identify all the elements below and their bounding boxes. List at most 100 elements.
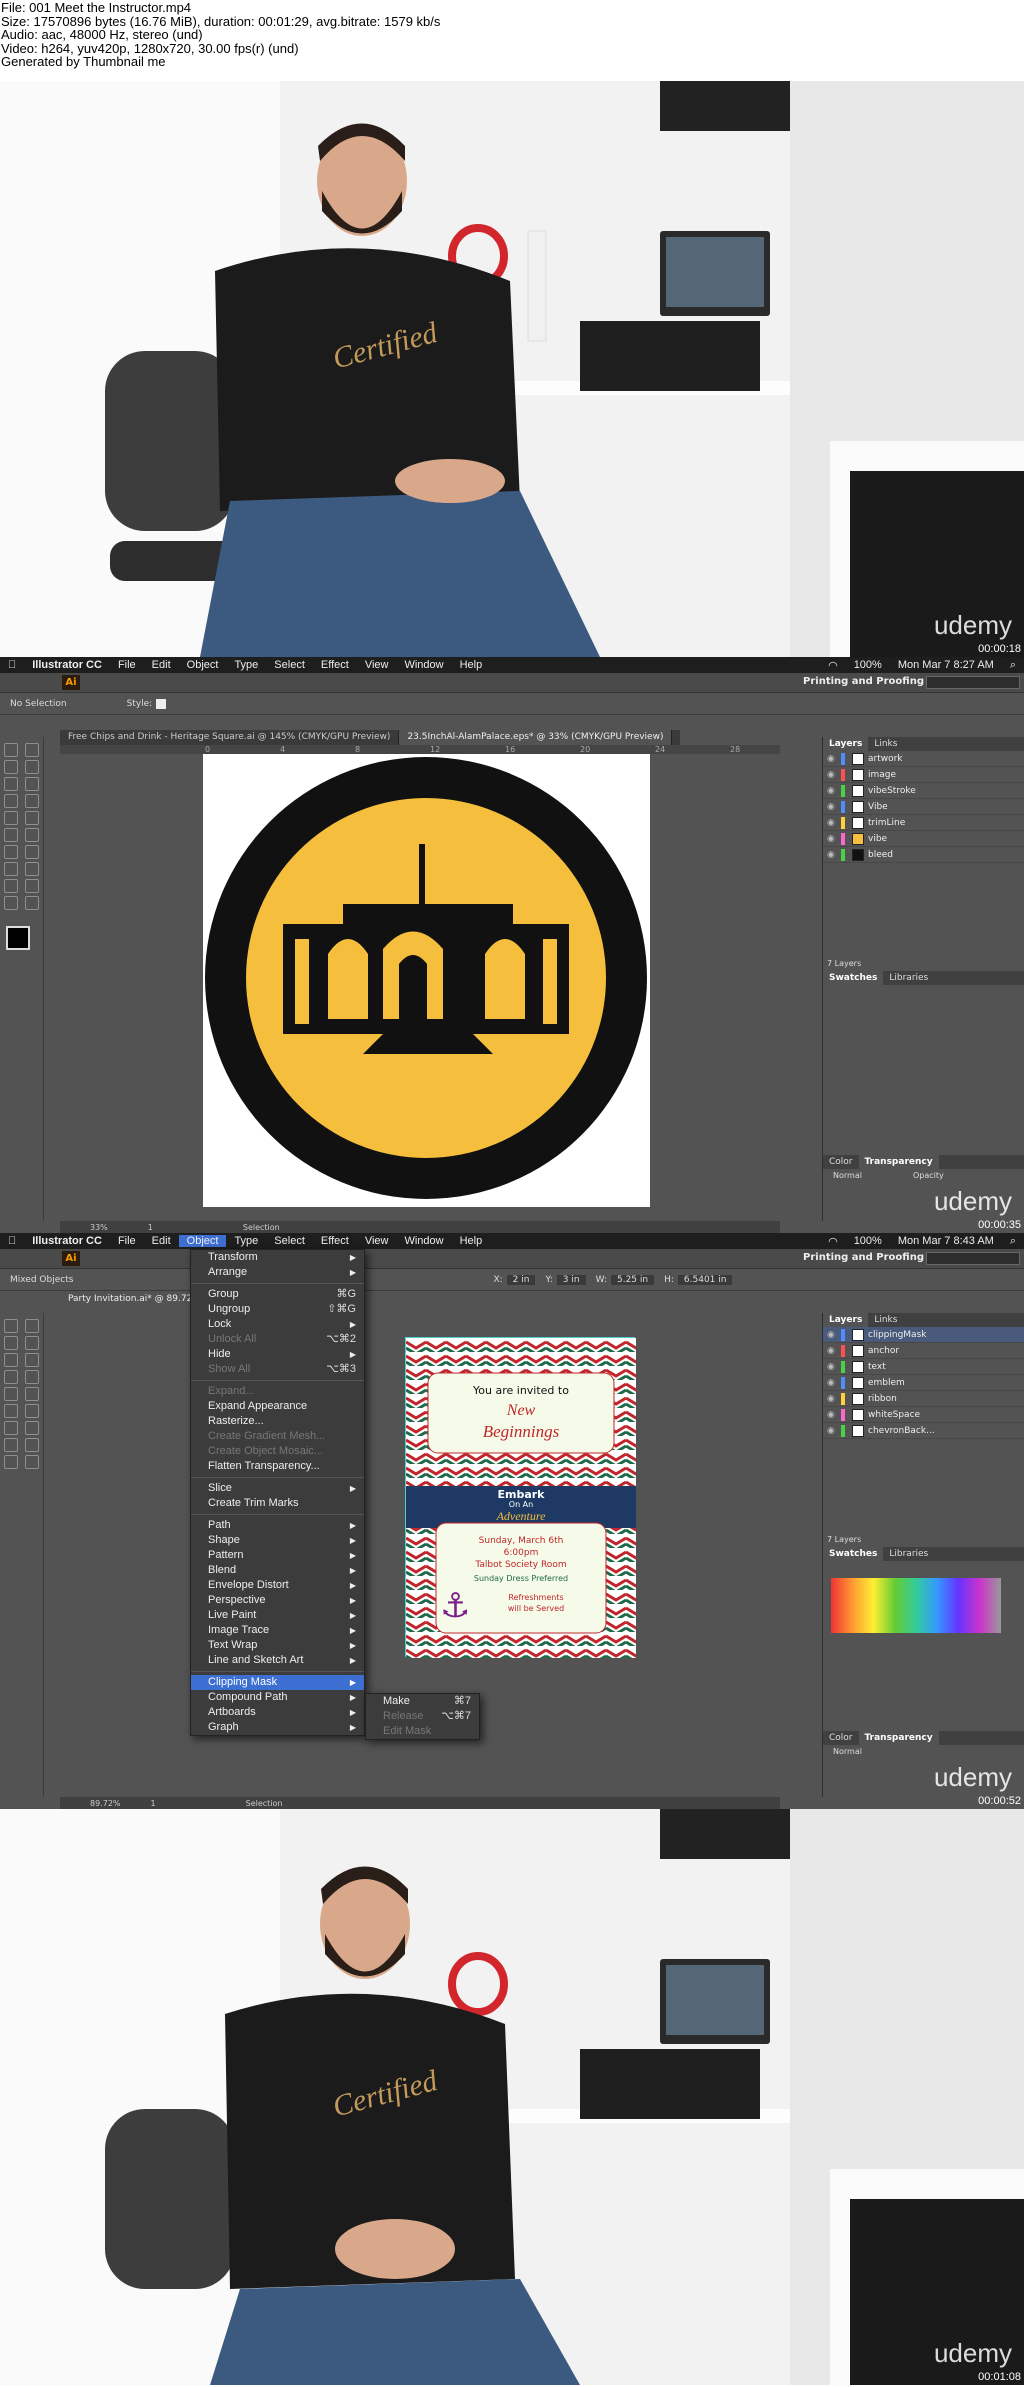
apple-icon[interactable]: : [0, 1235, 24, 1247]
menu-item-flatten-transparency[interactable]: Flatten Transparency...: [191, 1459, 364, 1474]
tab-links[interactable]: Links: [868, 1313, 903, 1327]
menu-item-graph[interactable]: Graph ▶: [191, 1720, 364, 1735]
apple-icon[interactable]: : [0, 659, 24, 671]
menu-help[interactable]: Help: [452, 659, 491, 671]
app-menu[interactable]: Illustrator CC: [24, 1235, 110, 1247]
blend-mode-select[interactable]: Normal: [833, 1747, 862, 1756]
layer-row[interactable]: ◉ artwork: [823, 751, 1024, 767]
menu-item-artboards[interactable]: Artboards ▶: [191, 1705, 364, 1720]
eye-icon[interactable]: ◉: [827, 754, 837, 764]
menu-item-shape[interactable]: Shape ▶: [191, 1533, 364, 1548]
layer-row[interactable]: ◉ chevronBack...: [823, 1423, 1024, 1439]
workspace-switcher[interactable]: Printing and Proofing: [803, 676, 924, 687]
artboard-number[interactable]: 1: [148, 1223, 153, 1232]
x-field[interactable]: 2 in: [506, 1274, 536, 1285]
layer-row[interactable]: ◉ emblem: [823, 1375, 1024, 1391]
zoom-level[interactable]: 33%: [90, 1223, 108, 1232]
invitation-artboard[interactable]: You are invited to New Beginnings Embark…: [405, 1337, 636, 1658]
menu-object[interactable]: Object: [179, 659, 227, 671]
swatch-grid[interactable]: [831, 1578, 1001, 1633]
menu-type[interactable]: Type: [226, 1235, 266, 1247]
eye-icon[interactable]: ◉: [827, 1330, 837, 1340]
layer-row[interactable]: ◉ ribbon: [823, 1391, 1024, 1407]
layer-row-selected[interactable]: ◉ clippingMask: [823, 1327, 1024, 1343]
menu-effect[interactable]: Effect: [313, 659, 357, 671]
artboard[interactable]: [203, 754, 650, 1207]
eye-icon[interactable]: ◉: [827, 1346, 837, 1356]
spotlight-icon[interactable]: ⌕: [1002, 1235, 1024, 1248]
tab-transparency[interactable]: Transparency: [858, 1731, 939, 1745]
menu-edit[interactable]: Edit: [144, 1235, 179, 1247]
fill-color-swatch[interactable]: [6, 926, 30, 950]
doc-tab[interactable]: Free Chips and Drink - Heritage Square.a…: [60, 730, 400, 745]
layer-row[interactable]: ◉ anchor: [823, 1343, 1024, 1359]
menu-view[interactable]: View: [357, 1235, 397, 1247]
menu-item-ungroup[interactable]: Ungroup ⇧⌘G: [191, 1302, 364, 1317]
menu-file[interactable]: File: [110, 659, 144, 671]
eye-icon[interactable]: ◉: [827, 834, 837, 844]
y-field[interactable]: 3 in: [556, 1274, 586, 1285]
menu-item-expand-appearance[interactable]: Expand Appearance: [191, 1399, 364, 1414]
tab-libraries[interactable]: Libraries: [883, 1547, 934, 1561]
menu-select[interactable]: Select: [266, 1235, 313, 1247]
eye-icon[interactable]: ◉: [827, 1426, 837, 1436]
zoom-level[interactable]: 89.72%: [90, 1799, 121, 1808]
menu-item-arrange[interactable]: Arrange ▶: [191, 1265, 364, 1280]
menu-item-hide[interactable]: Hide ▶: [191, 1347, 364, 1362]
blend-mode-select[interactable]: Normal: [833, 1171, 862, 1180]
layer-row[interactable]: ◉ whiteSpace: [823, 1407, 1024, 1423]
tab-swatches[interactable]: Swatches: [823, 1547, 884, 1561]
tab-color[interactable]: Color: [823, 1155, 859, 1169]
tab-layers[interactable]: Layers: [823, 737, 869, 751]
menu-effect[interactable]: Effect: [313, 1235, 357, 1247]
layer-row[interactable]: ◉ text: [823, 1359, 1024, 1375]
eye-icon[interactable]: ◉: [827, 1410, 837, 1420]
layer-row[interactable]: ◉ bleed: [823, 847, 1024, 863]
tab-layers[interactable]: Layers: [823, 1313, 869, 1327]
menu-item-lock[interactable]: Lock ▶: [191, 1317, 364, 1332]
eye-icon[interactable]: ◉: [827, 1362, 837, 1372]
menu-item-blend[interactable]: Blend ▶: [191, 1563, 364, 1578]
menu-item-transform[interactable]: Transform ▶: [191, 1250, 364, 1265]
menu-file[interactable]: File: [110, 1235, 144, 1247]
menu-edit[interactable]: Edit: [144, 659, 179, 671]
tab-color[interactable]: Color: [823, 1731, 859, 1745]
spotlight-icon[interactable]: ⌕: [1002, 659, 1024, 672]
menu-item-live-paint[interactable]: Live Paint ▶: [191, 1608, 364, 1623]
app-menu[interactable]: Illustrator CC: [24, 659, 110, 671]
menu-item-image-trace[interactable]: Image Trace ▶: [191, 1623, 364, 1638]
height-field[interactable]: 6.5401 in: [677, 1274, 733, 1285]
layer-row[interactable]: ◉ trimLine: [823, 815, 1024, 831]
search-input[interactable]: [926, 1252, 1020, 1265]
layer-row[interactable]: ◉ vibeStroke: [823, 783, 1024, 799]
eye-icon[interactable]: ◉: [827, 1394, 837, 1404]
workspace-switcher[interactable]: Printing and Proofing: [803, 1252, 924, 1263]
eye-icon[interactable]: ◉: [827, 1378, 837, 1388]
menu-item-create-trim-marks[interactable]: Create Trim Marks: [191, 1496, 364, 1511]
menu-select[interactable]: Select: [266, 659, 313, 671]
menu-item-compound-path[interactable]: Compound Path ▶: [191, 1690, 364, 1705]
menu-window[interactable]: Window: [396, 659, 451, 671]
menu-item-line-and-sketch-art[interactable]: Line and Sketch Art ▶: [191, 1653, 364, 1668]
menu-item-perspective[interactable]: Perspective ▶: [191, 1593, 364, 1608]
doc-tab-active[interactable]: 23.5InchAl-AlamPalace.eps* @ 33% (CMYK/G…: [399, 730, 673, 745]
menu-help[interactable]: Help: [452, 1235, 491, 1247]
layer-row[interactable]: ◉ image: [823, 767, 1024, 783]
menu-item-clipping-mask[interactable]: Clipping Mask ▶: [191, 1675, 364, 1690]
menu-view[interactable]: View: [357, 659, 397, 671]
tool-grid[interactable]: [0, 737, 43, 916]
menu-item-envelope-distort[interactable]: Envelope Distort ▶: [191, 1578, 364, 1593]
eye-icon[interactable]: ◉: [827, 818, 837, 828]
width-field[interactable]: 5.25 in: [610, 1274, 655, 1285]
menu-item-pattern[interactable]: Pattern ▶: [191, 1548, 364, 1563]
eye-icon[interactable]: ◉: [827, 770, 837, 780]
style-swatch[interactable]: [156, 698, 167, 709]
tab-swatches[interactable]: Swatches: [823, 971, 884, 985]
submenu-item-make[interactable]: Make ⌘7: [366, 1694, 479, 1709]
eye-icon[interactable]: ◉: [827, 850, 837, 860]
layer-row[interactable]: ◉ vibe: [823, 831, 1024, 847]
eye-icon[interactable]: ◉: [827, 802, 837, 812]
tab-links[interactable]: Links: [868, 737, 903, 751]
menu-item-slice[interactable]: Slice ▶: [191, 1481, 364, 1496]
wifi-icon[interactable]: ◠: [820, 1235, 846, 1248]
